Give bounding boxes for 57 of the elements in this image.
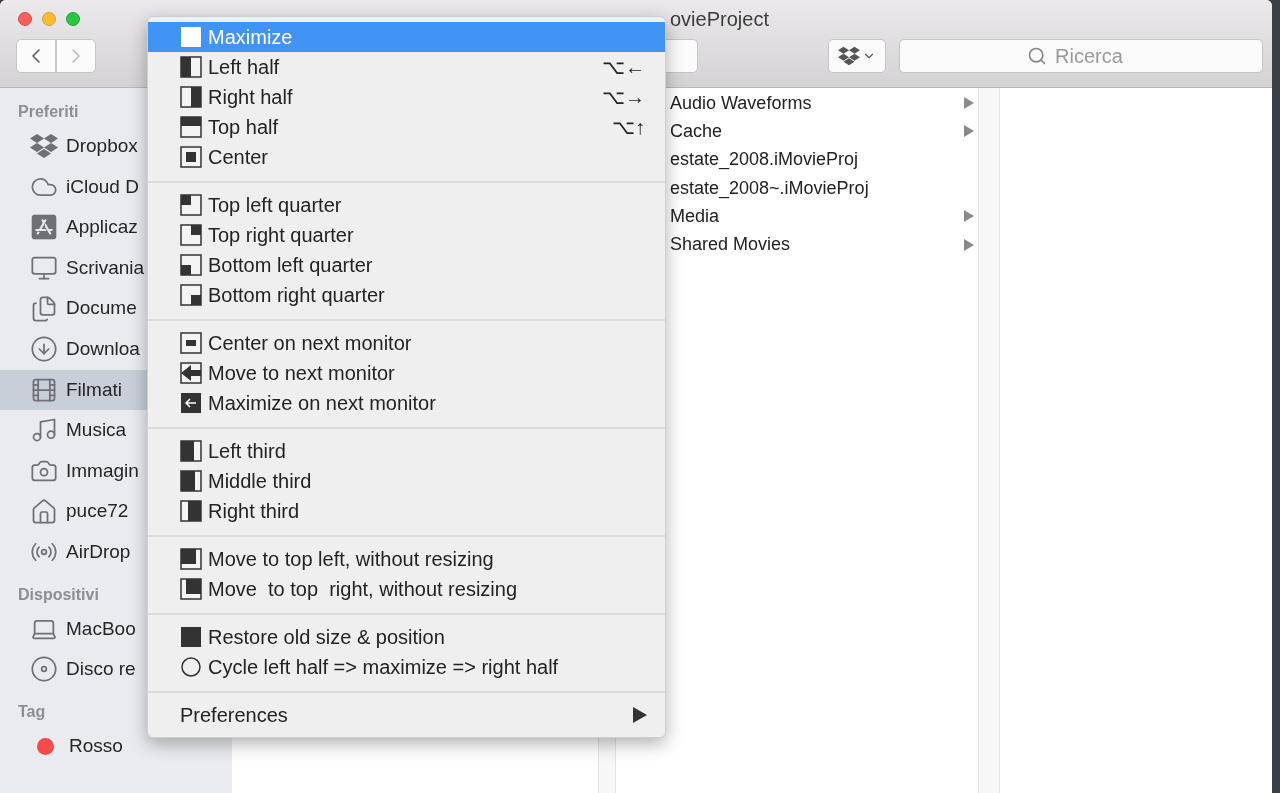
right-half-icon — [180, 86, 202, 108]
bottom-right-quarter-icon — [180, 284, 202, 306]
center-bar-icon — [180, 332, 202, 354]
menu-item[interactable]: Cycle left half => maximize => right half — [148, 652, 665, 682]
keyboard-shortcut: ⌥→ — [602, 85, 646, 110]
search-input[interactable]: Ricerca — [1055, 41, 1135, 71]
search-field[interactable]: Ricerca — [899, 39, 1263, 73]
keyboard-shortcut: ⌥↑ — [612, 115, 646, 140]
arrow-left-square-icon — [180, 392, 202, 414]
menu-item[interactable]: Left half ⌥← — [148, 52, 665, 82]
top-left-block-icon — [180, 548, 202, 570]
keyboard-shortcut: ⌥← — [602, 55, 646, 80]
window-title: ovieProject — [670, 7, 769, 32]
boxes-icon — [30, 132, 58, 161]
menu-item[interactable]: Center on next monitor — [148, 328, 665, 358]
dropbox-menu-button[interactable] — [828, 39, 886, 73]
menu-item[interactable]: Right third — [148, 496, 665, 526]
documents-icon — [30, 294, 58, 323]
minimize-button[interactable] — [42, 12, 56, 26]
left-half-icon — [180, 56, 202, 78]
submenu-arrow-icon — [633, 707, 647, 723]
left-third-icon — [180, 440, 202, 462]
sidebar-heading: Dispositivi — [18, 584, 99, 605]
right-third-icon — [180, 500, 202, 522]
menu-item[interactable]: Left third — [148, 436, 665, 466]
zoom-button[interactable] — [66, 12, 80, 26]
circle-icon — [180, 656, 202, 678]
letter-a-icon — [30, 213, 58, 242]
center-square-icon — [180, 146, 202, 168]
middle-third-icon — [180, 470, 202, 492]
top-half-icon — [180, 116, 202, 138]
blank-square-icon — [180, 26, 202, 48]
menu-item[interactable]: Move to top right, without resizing — [148, 574, 665, 604]
menu-item[interactable]: Center — [148, 142, 665, 172]
download-icon — [30, 335, 58, 364]
menu-item[interactable]: Middle third — [148, 466, 665, 496]
search-icon — [1027, 46, 1047, 66]
arrow-left-icon — [180, 362, 202, 384]
back-button[interactable] — [16, 39, 56, 73]
filled-square-icon — [180, 626, 202, 648]
sidebar-heading: Preferiti — [18, 102, 79, 122]
column-resize-handle[interactable] — [978, 88, 1000, 793]
menu-item[interactable]: Top half ⌥↑ — [148, 112, 665, 142]
bottom-left-quarter-icon — [180, 254, 202, 276]
menu-item[interactable]: Right half ⌥→ — [148, 82, 665, 112]
boxes-icon — [838, 45, 860, 67]
menu-item[interactable]: Move to top left, without resizing — [148, 544, 665, 574]
top-right-block-icon — [180, 578, 202, 600]
top-right-quarter-icon — [180, 224, 202, 246]
sidebar-heading: Tag — [18, 701, 46, 722]
top-left-quarter-icon — [180, 194, 202, 216]
menu-item[interactable]: Restore old size & position — [148, 622, 665, 652]
house-icon — [30, 497, 58, 526]
forward-button[interactable] — [56, 39, 96, 73]
disc-icon — [30, 655, 58, 684]
close-button[interactable] — [18, 12, 32, 26]
menu-item[interactable]: Bottom right quarter — [148, 280, 665, 310]
